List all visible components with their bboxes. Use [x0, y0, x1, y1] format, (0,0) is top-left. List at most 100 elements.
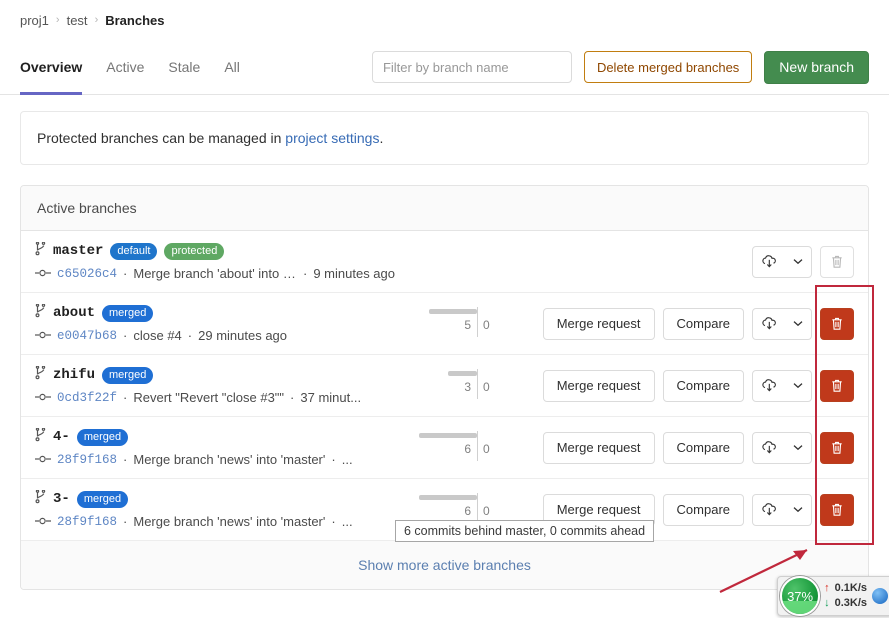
chevron-down-icon[interactable] [785, 495, 811, 525]
commits-ahead-count: 0 [483, 503, 490, 518]
download-code-icon[interactable] [753, 371, 785, 401]
chevron-down-icon[interactable] [785, 309, 811, 339]
branch-name[interactable]: 4- [53, 428, 70, 446]
branch-tabs: Overview Active Stale All [20, 40, 252, 95]
row-actions: Merge request Compare [542, 431, 854, 464]
chevron-down-icon[interactable] [785, 371, 811, 401]
branch-name[interactable]: 3- [53, 490, 70, 508]
branches-toolbar: Overview Active Stale All Delete merged … [0, 40, 889, 95]
commits-behind-count: 5 [464, 317, 471, 332]
merge-request-button[interactable]: Merge request [542, 307, 655, 340]
branch-icon [35, 427, 46, 446]
tab-overview-label: Overview [20, 59, 83, 75]
clone-dropdown[interactable] [752, 493, 812, 526]
row-actions: Merge request Compare [542, 369, 854, 402]
branch-name[interactable]: master [53, 242, 103, 260]
download-code-icon[interactable] [753, 433, 785, 463]
tab-all-label: All [224, 59, 240, 75]
commit-dot: · [123, 266, 128, 281]
branch-name[interactable]: zhifu [53, 366, 95, 384]
branch-title: master default protected [35, 241, 395, 260]
branch-filter-input[interactable] [371, 51, 572, 83]
commit-line: 28f9f168 · Merge branch 'news' into 'mas… [35, 452, 395, 467]
badge-merged: merged [102, 366, 154, 384]
branch-name[interactable]: about [53, 304, 95, 322]
divergence-graph[interactable]: 6 0 [417, 430, 537, 465]
divergence-graph[interactable]: 3 0 [417, 368, 537, 403]
compare-button[interactable]: Compare [662, 493, 744, 526]
commit-dot: · [123, 452, 128, 467]
commit-message: Merge branch 'about' into 'master' [133, 266, 297, 281]
tab-active[interactable]: Active [94, 40, 156, 95]
delete-branch-button[interactable] [820, 493, 854, 526]
badge-merged: merged [76, 428, 129, 446]
commit-icon [35, 328, 51, 343]
compare-button[interactable]: Compare [662, 307, 744, 340]
badge-merged: merged [76, 490, 129, 508]
branch-info: 3- merged 28f9f168 · Merge branch 'news'… [35, 489, 395, 529]
compare-button[interactable]: Compare [662, 431, 744, 464]
delete-merged-branches-button[interactable]: Delete merged branches [583, 51, 753, 83]
notice-text-after: . [379, 130, 384, 146]
delete-branch-button[interactable] [820, 369, 854, 402]
commit-sha[interactable]: 28f9f168 [57, 453, 117, 467]
branch-info: about merged e0047b68 · close #4 · 29 mi… [35, 303, 395, 343]
gauge-percent: 37% [787, 588, 814, 604]
cpu-usage-gauge: 37% [780, 576, 821, 616]
breadcrumb-repo[interactable]: test [67, 13, 88, 28]
commit-sha[interactable]: e0047b68 [57, 329, 117, 343]
commit-time: 9 minutes ago [313, 266, 395, 281]
clone-dropdown[interactable] [752, 431, 812, 464]
breadcrumb-project[interactable]: proj1 [20, 13, 49, 28]
network-speed-widget[interactable]: 37% ↑ 0.1K/s ↓ 0.3K/s [777, 576, 889, 616]
badge-protected: protected [164, 242, 225, 260]
branch-title: 4- merged [35, 427, 395, 446]
table-row: master default protected c65026c4 · Merg… [21, 231, 868, 293]
chevron-down-icon[interactable] [785, 433, 811, 463]
show-more-active-branches-link[interactable]: Show more active branches [358, 557, 531, 573]
commit-dot: · [187, 328, 193, 343]
branch-info: 4- merged 28f9f168 · Merge branch 'news'… [35, 427, 395, 467]
tab-stale[interactable]: Stale [156, 40, 212, 95]
commit-time: ... [341, 514, 353, 529]
tray-app-icon[interactable] [872, 588, 888, 604]
row-actions: Merge request Compare [542, 307, 854, 340]
commit-line: e0047b68 · close #4 · 29 minutes ago [35, 328, 395, 343]
merge-request-button[interactable]: Merge request [542, 431, 655, 464]
compare-button[interactable]: Compare [662, 369, 744, 402]
clone-dropdown[interactable] [752, 245, 812, 278]
divergence-graph[interactable]: 5 0 [417, 306, 537, 341]
new-branch-button[interactable]: New branch [764, 50, 869, 84]
merge-request-button[interactable]: Merge request [542, 369, 655, 402]
clone-dropdown[interactable] [752, 307, 812, 340]
branch-title: zhifu merged [35, 365, 395, 384]
commit-time: 29 minutes ago [198, 328, 288, 343]
badge-merged: merged [102, 304, 154, 322]
divergence-tooltip: 6 commits behind master, 0 commits ahead [395, 520, 655, 542]
commit-sha[interactable]: c65026c4 [57, 267, 117, 281]
commit-dot: · [123, 514, 128, 529]
delete-branch-button[interactable] [820, 431, 854, 464]
commits-behind-count: 6 [464, 441, 471, 456]
project-settings-link[interactable]: project settings [285, 130, 379, 146]
speed-readouts: ↑ 0.1K/s ↓ 0.3K/s [824, 581, 867, 611]
upload-speed-row: ↑ 0.1K/s [824, 581, 867, 596]
commit-sha[interactable]: 28f9f168 [57, 515, 117, 529]
commit-dot: · [302, 266, 308, 281]
toolbar-actions: Delete merged branches New branch [371, 50, 869, 84]
delete-branch-button[interactable] [820, 307, 854, 340]
branch-icon [35, 303, 46, 322]
tab-overview[interactable]: Overview [20, 40, 94, 95]
chevron-down-icon[interactable] [785, 247, 811, 277]
commit-line: 28f9f168 · Merge branch 'news' into 'mas… [35, 514, 395, 529]
download-code-icon[interactable] [753, 309, 785, 339]
commit-sha[interactable]: 0cd3f22f [57, 391, 117, 405]
commit-dot: · [123, 390, 128, 405]
commits-behind-count: 3 [464, 379, 471, 394]
tab-all[interactable]: All [212, 40, 252, 95]
download-code-icon[interactable] [753, 495, 785, 525]
clone-dropdown[interactable] [752, 369, 812, 402]
arrow-up-icon: ↑ [824, 582, 830, 594]
commit-time: 37 minut... [300, 390, 362, 405]
download-code-icon[interactable] [753, 247, 785, 277]
